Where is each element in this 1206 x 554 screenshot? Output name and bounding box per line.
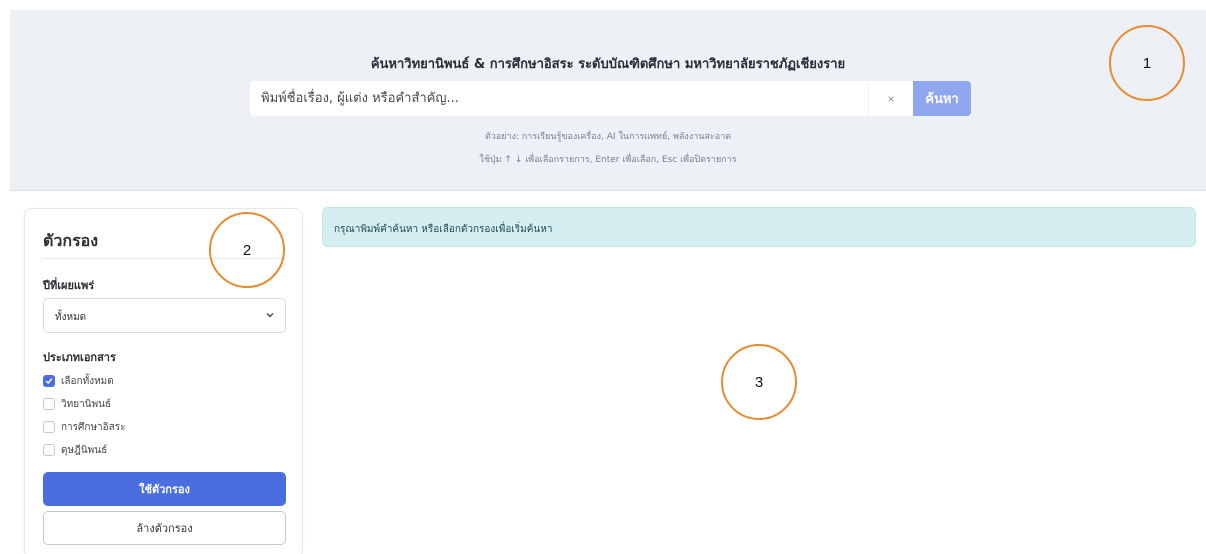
checkbox-label: วิทยานิพนธ์ [61,398,112,410]
checkbox-label: ดุษฎีนิพนธ์ [61,444,108,456]
search-hero: ค้นหาวิทยานิพนธ์ & การศึกษาอิสระ ระดับบั… [10,10,1206,191]
type-option-independent-study[interactable]: การศึกษาอิสระ [43,420,126,434]
search-bar: × ค้นหา [250,81,971,116]
document-type-label: ประเภทเอกสาร [43,351,116,364]
checkbox[interactable] [43,421,55,433]
year-label: ปีที่เผยแพร่ [43,279,95,292]
checkbox-checked[interactable] [43,375,55,387]
check-icon [45,378,53,385]
checkbox-label: การศึกษาอิสระ [61,421,126,433]
type-option-all[interactable]: เลือกทั้งหมด [43,374,114,388]
checkbox[interactable] [43,444,55,456]
annotation-marker-3: 3 [721,344,797,420]
type-option-thesis[interactable]: วิทยานิพนธ์ [43,397,111,411]
search-button[interactable]: ค้นหา [913,81,971,116]
keyboard-hint: ใช้ปุ่ม ↑ ↓ เพื่อเลือกรายการ, Enter เพื่… [479,155,737,165]
clear-filter-button[interactable]: ล้างตัวกรอง [43,511,286,545]
annotation-marker-2: 2 [209,212,285,288]
info-alert: กรุณาพิมพ์คำค้นหา หรือเลือกตัวกรองเพื่อเ… [322,207,1196,247]
chevron-down-icon [266,313,274,318]
checkbox-label: เลือกทั้งหมด [61,375,114,387]
checkbox[interactable] [43,398,55,410]
annotation-marker-1: 1 [1109,25,1185,101]
apply-filter-button[interactable]: ใช้ตัวกรอง [43,472,286,506]
clear-search-button[interactable]: × [868,81,913,116]
page-title: ค้นหาวิทยานิพนธ์ & การศึกษาอิสระ ระดับบั… [370,57,846,72]
search-examples-hint: ตัวอย่าง: การเรียนรู้ของเครื่อง, AI ในกา… [484,132,732,142]
year-select[interactable]: ทั้งหมด [43,298,286,333]
search-input[interactable] [250,81,868,116]
year-select-value: ทั้งหมด [55,312,87,323]
info-message: กรุณาพิมพ์คำค้นหา หรือเลือกตัวกรองเพื่อเ… [334,224,553,235]
type-option-dissertation[interactable]: ดุษฎีนิพนธ์ [43,443,107,457]
filter-title: ตัวกรอง [43,231,99,250]
